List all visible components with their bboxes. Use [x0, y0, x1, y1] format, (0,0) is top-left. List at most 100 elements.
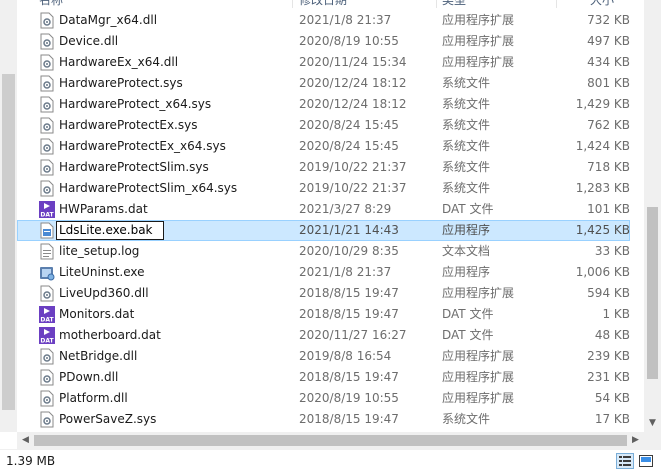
file-row[interactable]: PDown.dll 2018/8/15 19:47 应用程序扩展 231 KB	[17, 367, 630, 388]
file-name: LiveUpd360.dll	[59, 286, 149, 300]
file-date: 2019/10/22 21:37	[299, 181, 407, 195]
file-type: 系统文件	[442, 160, 491, 174]
file-date: 2019/10/22 21:37	[299, 160, 407, 174]
file-row[interactable]: HardwareEx_x64.dll 2020/11/24 15:34 应用程序扩展…	[17, 52, 630, 73]
file-row[interactable]: NetBridge.dll 2019/8/8 16:54 应用程序扩展 239 KB	[17, 346, 630, 367]
file-type: DAT 文件	[442, 307, 494, 321]
file-name: HWParams.dat	[59, 202, 148, 216]
header-divider[interactable]	[556, 0, 557, 8]
file-type: 系统文件	[442, 97, 491, 111]
file-row[interactable]: DataMgr_x64.dll 2021/1/8 21:37 应用程序扩展 732 K…	[17, 10, 630, 31]
header-date[interactable]: 修改日期	[299, 0, 347, 8]
file-name: HardwareProtect_x64.sys	[59, 97, 212, 111]
svg-text:DAT: DAT	[40, 317, 54, 324]
scrollbar-corner	[644, 432, 661, 449]
file-row[interactable]: PowerSaveZ.sys 2018/8/15 19:47 系统文件 17 KB	[17, 409, 630, 430]
file-name: Platform.dll	[59, 391, 128, 405]
left-pane-scroll-thumb[interactable]	[2, 74, 15, 410]
file-row[interactable]: lite_setup.log 2020/10/29 8:35 文本文档 33 KB	[17, 241, 630, 262]
file-size: 732 KB	[587, 13, 630, 27]
dat-file-icon: DAT	[39, 327, 55, 345]
file-row[interactable]: HardwareProtectEx.sys 2020/8/24 15:45 系统文件…	[17, 115, 630, 136]
file-type: 系统文件	[442, 76, 491, 90]
details-view-button[interactable]	[616, 453, 634, 469]
dll-file-icon	[39, 390, 55, 407]
file-date: 2021/1/8 21:37	[299, 13, 392, 27]
file-date: 2019/8/8 16:54	[299, 349, 392, 363]
file-date: 2018/8/15 19:47	[299, 307, 399, 321]
file-size: 1,283 KB	[575, 181, 630, 195]
scroll-down-icon[interactable]: ▼	[644, 415, 661, 432]
file-type: 文本文档	[442, 244, 491, 258]
file-date: 2020/12/24 18:12	[299, 97, 407, 111]
file-row[interactable]: DAT Monitors.dat 2018/8/15 19:47 DAT 文件 1 KB	[17, 304, 630, 325]
file-size: 231 KB	[587, 370, 630, 384]
file-row[interactable]: LiteUninst.exe 2021/1/8 21:37 应用程序 1,006 KB	[17, 262, 630, 283]
file-row[interactable]: Device.dll 2020/8/19 10:55 应用程序扩展 497 KB	[17, 31, 630, 52]
file-row[interactable]: LiveUpd360.dll 2018/8/15 19:47 应用程序扩展 594 K…	[17, 283, 630, 304]
dll-file-icon	[39, 369, 55, 386]
file-row[interactable]: Platform.dll 2020/8/19 10:55 应用程序扩展 54 KB	[17, 388, 630, 409]
dll-file-icon	[39, 285, 55, 302]
header-name[interactable]: 名称	[39, 0, 63, 8]
file-date: 2020/11/27 16:27	[299, 328, 407, 342]
file-row[interactable]: HardwareProtect_x64.sys 2020/12/24 18:12 系…	[17, 94, 630, 115]
file-date: 2020/12/24 18:12	[299, 76, 407, 90]
scroll-right-icon[interactable]: ▶	[627, 432, 644, 449]
horizontal-scrollbar[interactable]: ◀ ▶	[17, 432, 644, 449]
file-name: HardwareProtectSlim.sys	[59, 160, 209, 174]
dll-file-icon	[39, 33, 55, 50]
scroll-left-icon[interactable]: ◀	[17, 432, 34, 449]
file-type: 系统文件	[442, 181, 491, 195]
details-view-icon	[619, 456, 631, 466]
file-name: HardwareEx_x64.dll	[59, 55, 179, 69]
file-size: 54 KB	[594, 391, 630, 405]
file-size: 762 KB	[587, 118, 630, 132]
file-size: 33 KB	[594, 244, 630, 258]
left-pane-scrollbar[interactable]	[0, 0, 17, 432]
dat-file-icon: DAT	[39, 306, 55, 324]
file-name: Device.dll	[59, 34, 119, 48]
column-header[interactable]: 名称 修改日期 类型 大小	[17, 0, 630, 8]
header-divider[interactable]	[292, 0, 293, 8]
rename-input[interactable]	[56, 221, 164, 240]
sys-file-icon	[39, 117, 55, 134]
sys-file-icon	[39, 75, 55, 92]
file-size: 17 KB	[594, 412, 630, 426]
dat-file-icon: DAT	[39, 201, 55, 219]
file-type: 应用程序扩展	[442, 34, 515, 48]
sys-file-icon	[39, 180, 55, 197]
file-type: 应用程序扩展	[442, 370, 515, 384]
file-type: 应用程序扩展	[442, 13, 515, 27]
file-row[interactable]: HardwareProtectSlim_x64.sys 2019/10/22 21…	[17, 178, 630, 199]
file-date: 2020/8/19 10:55	[299, 391, 399, 405]
file-row[interactable]: DAT HWParams.dat 2021/3/27 8:29 DAT 文件 101 K…	[17, 199, 630, 220]
file-type: DAT 文件	[442, 202, 494, 216]
header-size[interactable]: 大小	[590, 0, 614, 8]
file-name: HardwareProtectEx_x64.sys	[59, 139, 226, 153]
file-row[interactable]: DAT motherboard.dat 2020/11/27 16:27 DAT 文件…	[17, 325, 630, 346]
sys-file-icon	[39, 96, 55, 113]
file-type: 应用程序扩展	[442, 391, 515, 405]
file-size: 1,429 KB	[575, 97, 630, 111]
file-row[interactable]: HardwareProtectEx_x64.sys 2020/8/24 15:45…	[17, 136, 630, 157]
file-list: DataMgr_x64.dll 2021/1/8 21:37 应用程序扩展 732 K…	[17, 10, 630, 430]
file-row[interactable]: HardwareProtectSlim.sys 2019/10/22 21:37 系…	[17, 157, 630, 178]
header-divider[interactable]	[436, 0, 437, 8]
vertical-scroll-thumb[interactable]	[647, 207, 658, 379]
sys-file-icon	[39, 159, 55, 176]
file-date: 2020/10/29 8:35	[299, 244, 399, 258]
file-name: HardwareProtectSlim_x64.sys	[59, 181, 238, 195]
file-size: 1,425 KB	[575, 223, 630, 237]
dll-file-icon	[39, 348, 55, 365]
horizontal-scroll-thumb[interactable]	[34, 435, 627, 446]
file-name: motherboard.dat	[59, 328, 161, 342]
file-row[interactable]: HardwareProtect.sys 2020/12/24 18:12 系统文件 8…	[17, 73, 630, 94]
header-type[interactable]: 类型	[442, 0, 466, 8]
exe-file-icon	[39, 222, 55, 239]
file-row[interactable]: 2021/1/21 14:43 应用程序 1,425 KB	[17, 220, 630, 241]
file-type: 应用程序	[442, 223, 491, 237]
large-icons-view-button[interactable]	[637, 453, 655, 469]
vertical-scrollbar[interactable]: ▼	[644, 0, 661, 432]
file-type: DAT 文件	[442, 328, 494, 342]
